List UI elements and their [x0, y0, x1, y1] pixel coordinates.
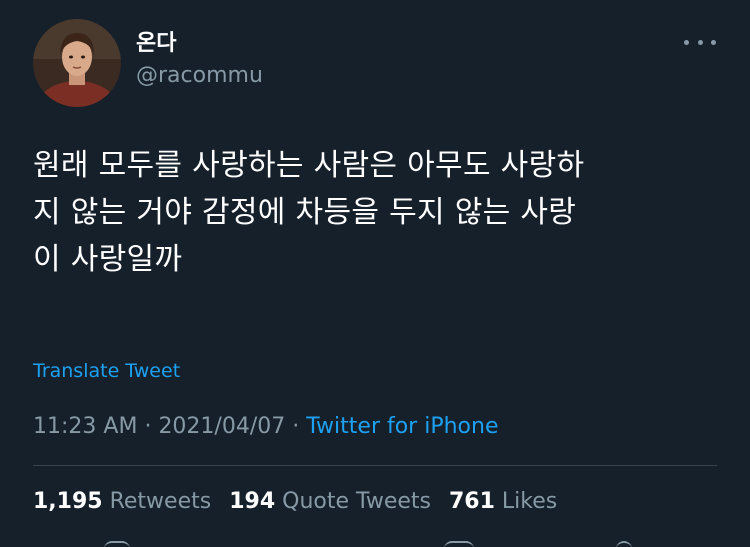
avatar[interactable] [33, 19, 121, 107]
translate-tweet-link[interactable]: Translate Tweet [33, 358, 180, 384]
meta-separator: · [144, 414, 152, 439]
tweet-card: 온다 @racommu 원래 모두를 사랑하는 사람은 아무도 사랑하 지 않는… [0, 0, 750, 547]
like-icon[interactable] [444, 541, 474, 547]
quote-tweets-label: Quote Tweets [282, 489, 431, 514]
retweets-count: 1,195 [33, 489, 103, 514]
quote-tweets-count: 194 [229, 489, 276, 514]
avatar-image [33, 19, 121, 107]
tweet-time[interactable]: 11:23 AM [33, 414, 137, 439]
retweets-stat[interactable]: 1,195 Retweets [33, 489, 211, 514]
likes-stat[interactable]: 761 Likes [449, 489, 557, 514]
quote-tweets-stat[interactable]: 194 Quote Tweets [229, 489, 431, 514]
more-dot [711, 39, 716, 45]
meta-separator: · [292, 414, 300, 439]
tweet-date[interactable]: 2021/04/07 [158, 414, 285, 439]
more-dot [684, 39, 689, 45]
display-name[interactable]: 온다 [136, 30, 176, 58]
retweets-label: Retweets [109, 489, 212, 514]
more-dot [697, 39, 703, 45]
user-handle[interactable]: @racommu [136, 62, 263, 90]
tweet-text: 원래 모두를 사랑하는 사람은 아무도 사랑하 지 않는 거야 감정에 차등을 … [33, 148, 585, 277]
more-icon[interactable] [684, 32, 716, 52]
divider [33, 465, 717, 466]
likes-label: Likes [501, 489, 558, 514]
share-icon[interactable] [616, 541, 632, 547]
reply-icon[interactable] [104, 541, 130, 547]
likes-count: 761 [448, 489, 495, 514]
tweet-source-link[interactable]: Twitter for iPhone [306, 414, 498, 439]
tweet-stats: 1,195 Retweets 194 Quote Tweets 761 Likes [33, 486, 557, 518]
tweet-meta: 11:23 AM · 2021/04/07 · Twitter for iPho… [33, 411, 498, 443]
